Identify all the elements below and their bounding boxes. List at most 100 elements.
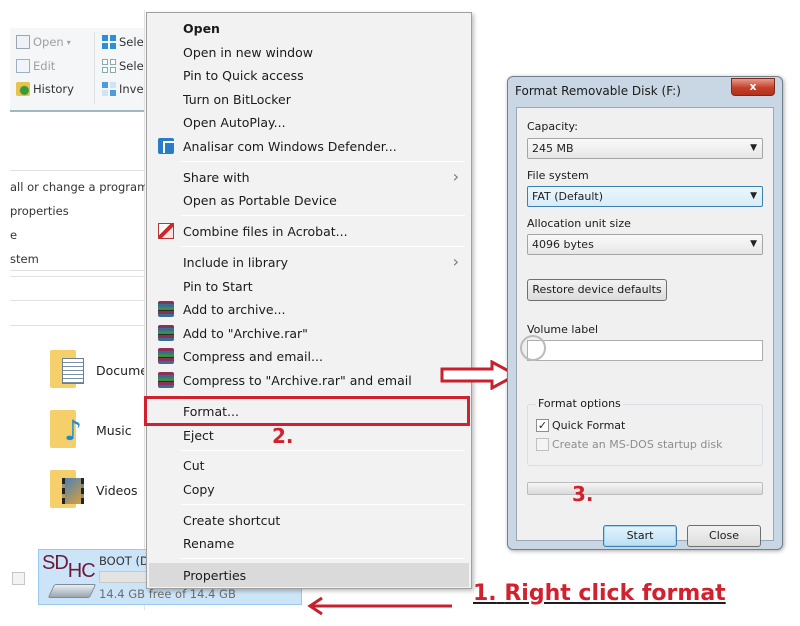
msdos-startup-checkbox[interactable]: Create an MS-DOS startup disk (536, 438, 723, 451)
close-button[interactable]: Close (687, 525, 761, 547)
winrar-icon (158, 301, 174, 317)
restore-defaults-button[interactable]: Restore device defaults (527, 279, 667, 301)
menu-item-autoplay[interactable]: Open AutoPlay... (149, 111, 469, 133)
menu-separator (181, 450, 465, 451)
menu-item-rename[interactable]: Rename (149, 532, 469, 554)
divider (10, 276, 144, 277)
cursor-icon (520, 335, 546, 361)
drive-free-space: 14.4 GB free of 14.4 GB (99, 587, 236, 601)
dialog-body: Capacity: 245 MB ▼ File system FAT (Defa… (516, 107, 774, 547)
menu-item-compress-rar-email[interactable]: Compress to "Archive.rar" and email (149, 369, 469, 391)
menu-item-compress-email[interactable]: Compress and email... (149, 345, 469, 367)
submenu-arrow-icon: › (452, 167, 459, 186)
divider (10, 325, 144, 326)
ribbon-select-all-button[interactable]: Sele (102, 35, 144, 49)
ribbon-invert-selection-button[interactable]: Inve (102, 82, 144, 96)
menu-item-share-with[interactable]: Share with › (149, 166, 469, 188)
menu-item-eject[interactable]: Eject (149, 424, 469, 446)
capacity-label: Capacity: (527, 120, 578, 133)
pane-divider (144, 10, 145, 610)
format-options-title: Format options (536, 397, 623, 410)
menu-separator (181, 246, 465, 247)
menu-item-add-archive-rar[interactable]: Add to "Archive.rar" (149, 322, 469, 344)
divider (10, 170, 144, 171)
menu-item-properties[interactable]: Properties (149, 563, 469, 587)
menu-item-cut[interactable]: Cut (149, 454, 469, 476)
allocation-label: Allocation unit size (527, 217, 631, 230)
ribbon-select-none-button[interactable]: Sele (102, 59, 144, 73)
videos-folder-icon (50, 470, 86, 510)
context-menu: Open Open in new window Pin to Quick acc… (146, 12, 472, 589)
ribbon-separator (94, 32, 95, 104)
sdhc-logo-icon: SDHC (42, 552, 96, 582)
format-highlight-box (144, 396, 470, 426)
menu-item-include-library[interactable]: Include in library › (149, 251, 469, 273)
select-all-icon (102, 35, 116, 49)
system-link-uninstall[interactable]: all or change a program (10, 180, 145, 194)
menu-item-pin-start[interactable]: Pin to Start (149, 275, 469, 297)
windows-defender-icon (158, 138, 174, 154)
format-progress-bar (527, 482, 763, 495)
volume-label-input[interactable] (520, 335, 763, 361)
volume-label-label: Volume label (527, 323, 599, 336)
menu-item-acrobat[interactable]: Combine files in Acrobat... (149, 220, 469, 242)
menu-item-open[interactable]: Open (149, 17, 469, 39)
drive-name: BOOT (D (99, 554, 149, 568)
system-link-system[interactable]: stem (10, 252, 145, 266)
menu-item-pin-quick-access[interactable]: Pin to Quick access (149, 64, 469, 86)
checkbox-unchecked-icon (536, 438, 549, 451)
allocation-select[interactable]: 4096 bytes ▼ (527, 234, 763, 255)
filesystem-label: File system (527, 169, 589, 182)
system-link-manage[interactable]: e (10, 228, 145, 242)
folder-music[interactable]: ♪ Music (50, 410, 144, 450)
folder-videos[interactable]: Videos (50, 470, 144, 510)
winrar-icon (158, 372, 174, 388)
ribbon-open-button[interactable]: Open ▾ (16, 35, 71, 49)
capacity-select[interactable]: 245 MB ▼ (527, 138, 763, 159)
select-none-icon (102, 59, 116, 73)
menu-item-bitlocker[interactable]: Turn on BitLocker (149, 88, 469, 110)
explorer-ribbon: Open ▾ Edit History Sele Sele Inve (10, 28, 145, 112)
menu-item-copy[interactable]: Copy (149, 478, 469, 500)
system-link-properties[interactable]: properties (10, 204, 145, 218)
open-icon (16, 35, 30, 49)
dialog-close-button[interactable]: x (731, 78, 775, 96)
dialog-title: Format Removable Disk (F:) (515, 84, 681, 98)
checkbox-checked-icon: ✓ (536, 419, 549, 432)
chevron-down-icon: ▾ (66, 37, 71, 47)
dropdown-caret-icon: ▼ (750, 143, 757, 153)
drive-select-checkbox[interactable] (12, 572, 25, 585)
edit-icon (16, 59, 30, 73)
removable-drive-icon (47, 584, 97, 598)
acrobat-icon (158, 223, 174, 239)
close-icon: x (749, 80, 757, 93)
menu-item-add-archive[interactable]: Add to archive... (149, 298, 469, 320)
ribbon-edit-button[interactable]: Edit (16, 59, 55, 73)
menu-separator (181, 504, 465, 505)
menu-item-windows-defender[interactable]: Analisar com Windows Defender... (149, 135, 469, 157)
folder-documents[interactable]: Docume (50, 350, 144, 390)
menu-item-portable-device[interactable]: Open as Portable Device (149, 189, 469, 211)
menu-separator (181, 215, 465, 216)
divider (10, 270, 144, 271)
ribbon-history-button[interactable]: History (16, 82, 74, 96)
submenu-arrow-icon: › (452, 252, 459, 271)
step-3-label: 3. (572, 482, 594, 506)
step-2-label: 2. (272, 424, 294, 448)
menu-item-create-shortcut[interactable]: Create shortcut (149, 509, 469, 531)
dropdown-caret-icon: ▼ (750, 191, 757, 201)
step-1-label: 1. Right click format (473, 581, 726, 606)
format-dialog: Format Removable Disk (F:) x Capacity: 2… (507, 76, 783, 550)
menu-item-open-new-window[interactable]: Open in new window (149, 41, 469, 63)
format-options-group: Format options ✓ Quick Format Create an … (527, 397, 763, 466)
winrar-icon (158, 348, 174, 364)
menu-separator (181, 161, 465, 162)
divider (10, 300, 144, 301)
filesystem-select[interactable]: FAT (Default) ▼ (527, 186, 763, 207)
history-icon (16, 82, 30, 96)
dropdown-caret-icon: ▼ (750, 239, 757, 249)
start-button[interactable]: Start (603, 525, 677, 547)
quick-format-checkbox[interactable]: ✓ Quick Format (536, 419, 625, 432)
menu-separator (181, 558, 465, 559)
arrow-left-icon (307, 596, 452, 616)
